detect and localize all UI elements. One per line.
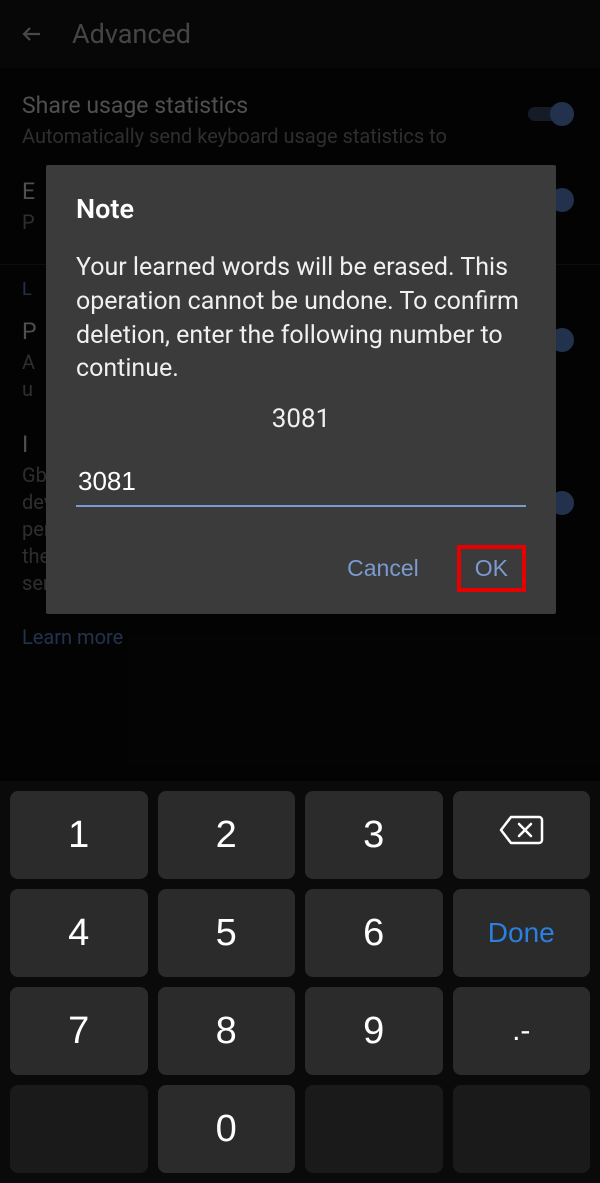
- confirmation-input[interactable]: [76, 462, 526, 507]
- key-0[interactable]: 0: [158, 1085, 296, 1173]
- cancel-button[interactable]: Cancel: [337, 549, 429, 588]
- dialog-message: Your learned words will be erased. This …: [76, 251, 526, 386]
- key-empty-right-2[interactable]: [453, 1085, 591, 1173]
- key-done[interactable]: Done: [453, 889, 591, 977]
- key-empty-right-1[interactable]: [305, 1085, 443, 1173]
- key-2[interactable]: 2: [158, 791, 296, 879]
- backspace-icon: [497, 813, 545, 857]
- numeric-keyboard: 1 2 3 4 5 6 Done 7 8 9 .- 0: [0, 781, 600, 1183]
- key-empty-left[interactable]: [10, 1085, 148, 1173]
- dialog-title: Note: [76, 193, 526, 225]
- key-6[interactable]: 6: [305, 889, 443, 977]
- key-3[interactable]: 3: [305, 791, 443, 879]
- dialog-confirmation-number: 3081: [76, 404, 526, 434]
- key-7[interactable]: 7: [10, 987, 148, 1075]
- key-backspace[interactable]: [453, 791, 591, 879]
- ok-button[interactable]: OK: [457, 545, 526, 592]
- confirm-dialog: Note Your learned words will be erased. …: [46, 165, 556, 614]
- key-punct[interactable]: .-: [453, 987, 591, 1075]
- key-4[interactable]: 4: [10, 889, 148, 977]
- key-8[interactable]: 8: [158, 987, 296, 1075]
- key-9[interactable]: 9: [305, 987, 443, 1075]
- key-1[interactable]: 1: [10, 791, 148, 879]
- dialog-actions: Cancel OK: [76, 545, 526, 592]
- key-5[interactable]: 5: [158, 889, 296, 977]
